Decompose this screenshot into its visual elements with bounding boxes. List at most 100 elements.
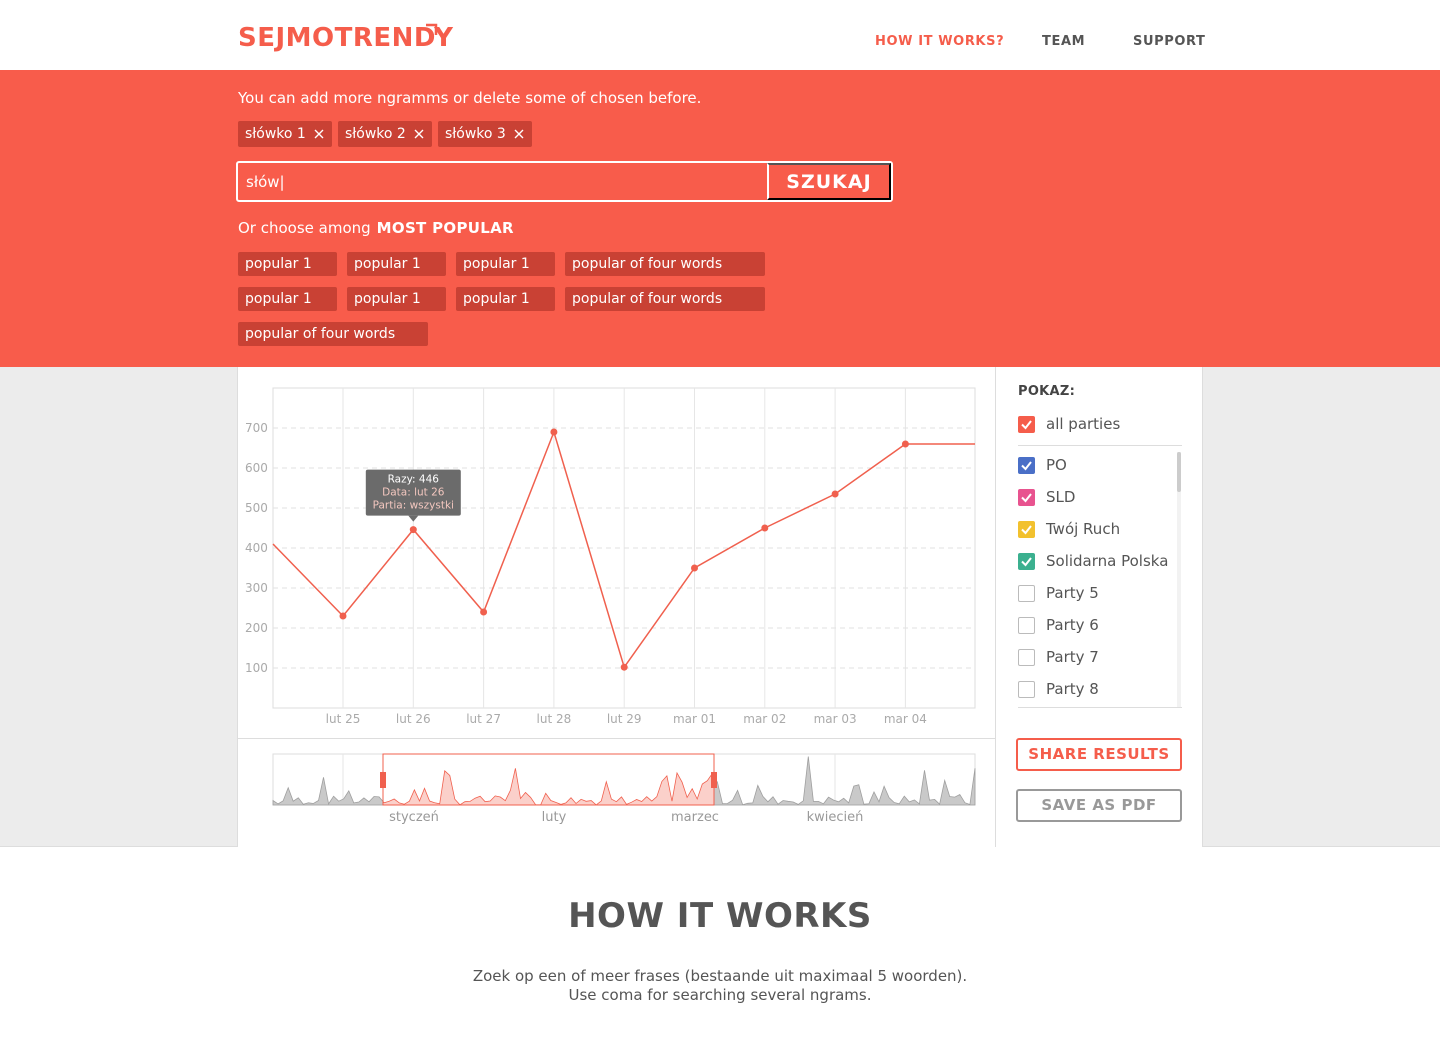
popular-chip[interactable]: popular 1	[456, 252, 555, 276]
nav-how-it-works[interactable]: HOW IT WORKS?	[875, 34, 1004, 49]
close-icon[interactable]	[413, 128, 425, 140]
party-checkbox-row[interactable]: Party 8	[1018, 680, 1178, 700]
most-popular-label: MOST POPULAR	[376, 219, 514, 237]
search-box: SZUKAJ	[236, 161, 893, 202]
search-input[interactable]	[238, 163, 767, 200]
brush-handle-right[interactable]	[711, 772, 717, 788]
logo-arrow-icon	[426, 23, 438, 35]
close-icon[interactable]	[313, 128, 325, 140]
divider	[1018, 445, 1182, 446]
popular-chip[interactable]: popular of four words	[565, 252, 765, 276]
checkbox[interactable]	[1018, 553, 1035, 570]
party-label: all parties	[1046, 415, 1121, 433]
checkbox[interactable]	[1018, 416, 1035, 433]
x-tick-label: lut 26	[396, 712, 431, 726]
data-point[interactable]	[339, 612, 347, 620]
data-point[interactable]	[761, 524, 769, 532]
data-point[interactable]	[620, 663, 628, 671]
how-it-works-text: Use coma for searching several ngrams.	[568, 986, 872, 1004]
party-checkbox-row[interactable]: Twój Ruch	[1018, 520, 1178, 540]
y-tick-label: 300	[245, 581, 268, 595]
overview-chart[interactable]: styczeń luty marzec kwiecień	[238, 740, 994, 840]
line-chart[interactable]: lut 25 lut 26 lut 27 lut 28 lut 29 mar 01 mar …	[238, 368, 994, 738]
check-icon	[1021, 493, 1032, 503]
party-label: SLD	[1046, 488, 1076, 506]
tooltip-line: Razy: 446	[388, 474, 440, 486]
tooltip-line: Data: lut 26	[382, 487, 445, 499]
checkbox[interactable]	[1018, 457, 1035, 474]
party-label: Party 7	[1046, 648, 1099, 666]
all-parties-checkbox[interactable]: all parties	[1018, 415, 1178, 435]
checkbox[interactable]	[1018, 649, 1035, 666]
selected-tag: słówko 3	[438, 121, 532, 147]
data-point[interactable]	[901, 440, 909, 448]
logo[interactable]: SEJMOTRENDY	[238, 20, 453, 56]
tooltip-line: Partia: wszystki	[373, 500, 454, 512]
selected-tag: słówko 2	[338, 121, 432, 147]
y-tick-label: 400	[245, 541, 268, 555]
x-tick-label: mar 02	[743, 712, 786, 726]
party-label: PO	[1046, 456, 1067, 474]
popular-chip[interactable]: popular 1	[238, 287, 337, 311]
selected-tag: słówko 1	[238, 121, 332, 147]
party-checkbox-row[interactable]: Solidarna Polska	[1018, 552, 1178, 572]
x-tick-label: lut 25	[326, 712, 361, 726]
x-tick-label: lut 28	[537, 712, 572, 726]
how-it-works-title: HOW IT WORKS	[568, 896, 872, 936]
checkbox[interactable]	[1018, 681, 1035, 698]
data-point[interactable]	[409, 526, 417, 534]
x-tick-label: mar 01	[673, 712, 716, 726]
tag-label: słówko 1	[245, 126, 306, 142]
data-point[interactable]	[480, 608, 488, 616]
checkbox[interactable]	[1018, 521, 1035, 538]
check-icon	[1021, 525, 1032, 535]
nav-team[interactable]: TEAM	[1042, 34, 1085, 49]
party-label: Twój Ruch	[1046, 520, 1121, 538]
x-tick-label: lut 27	[466, 712, 501, 726]
y-tick-label: 600	[245, 461, 268, 475]
popular-chip[interactable]: popular of four words	[565, 287, 765, 311]
search-intro: You can add more ngramms or delete some …	[238, 89, 702, 107]
tag-label: słówko 2	[345, 126, 406, 142]
choose-popular-label: Or choose among MOST POPULAR	[238, 219, 514, 237]
party-checkbox-row[interactable]: PO	[1018, 456, 1178, 476]
popular-chip[interactable]: popular 1	[347, 287, 446, 311]
overview-month-label: kwiecień	[807, 810, 864, 825]
popular-chip[interactable]: popular 1	[238, 252, 337, 276]
close-icon[interactable]	[513, 128, 525, 140]
tooltip: Razy: 446Data: lut 26Partia: wszystki	[365, 469, 461, 522]
data-point[interactable]	[550, 428, 558, 436]
scrollbar-thumb[interactable]	[1177, 452, 1181, 492]
header: SEJMOTRENDY HOW IT WORKS? TEAM SUPPORT	[0, 0, 1440, 70]
share-results-button[interactable]: SHARE RESULTS	[1016, 738, 1182, 771]
save-as-pdf-button[interactable]: SAVE AS PDF	[1016, 789, 1182, 822]
data-point[interactable]	[691, 564, 698, 572]
y-tick-label: 200	[245, 621, 268, 635]
check-icon	[1021, 420, 1032, 430]
nav-support[interactable]: SUPPORT	[1133, 34, 1206, 49]
overview-month-label: luty	[542, 810, 567, 825]
party-checkbox-row[interactable]: SLD	[1018, 488, 1178, 508]
checkbox[interactable]	[1018, 489, 1035, 506]
tag-label: słówko 3	[445, 126, 506, 142]
data-point[interactable]	[831, 490, 839, 498]
choose-prefix: Or choose among	[238, 219, 371, 237]
checkbox[interactable]	[1018, 617, 1035, 634]
checkbox[interactable]	[1018, 585, 1035, 602]
party-label: Party 6	[1046, 616, 1099, 634]
popular-chip[interactable]: popular 1	[347, 252, 446, 276]
party-label: Party 5	[1046, 584, 1099, 602]
how-it-works-text: Zoek op een of meer frases (bestaande ui…	[472, 967, 968, 985]
popular-chip[interactable]: popular of four words	[238, 322, 428, 346]
search-band	[0, 70, 1440, 367]
y-tick-label: 700	[245, 421, 268, 435]
party-label: Party 8	[1046, 680, 1099, 698]
popular-chip[interactable]: popular 1	[456, 287, 555, 311]
party-checkbox-row[interactable]: Party 7	[1018, 648, 1178, 668]
search-button[interactable]: SZUKAJ	[767, 163, 891, 200]
y-tick-label: 100	[245, 661, 268, 675]
x-tick-label: mar 04	[884, 712, 927, 726]
party-checkbox-row[interactable]: Party 6	[1018, 616, 1178, 636]
brush-handle-left[interactable]	[380, 772, 386, 788]
party-checkbox-row[interactable]: Party 5	[1018, 584, 1178, 604]
